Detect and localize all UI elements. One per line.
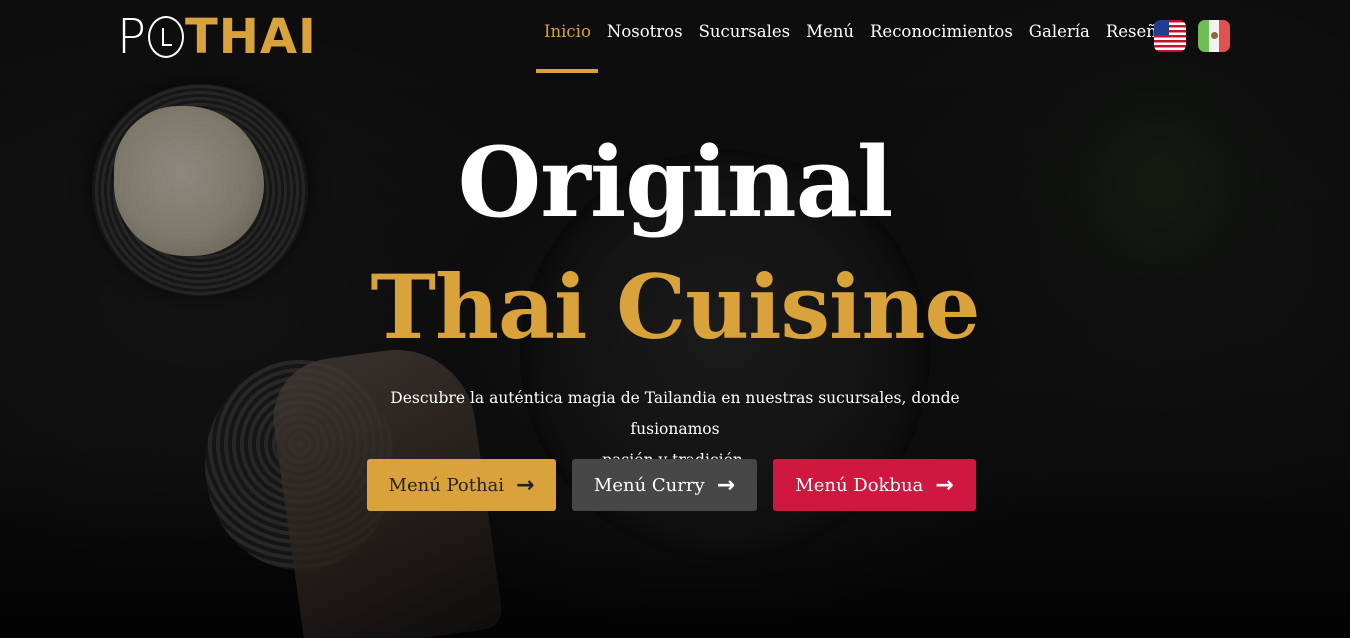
mexico-flag-icon[interactable]: [1198, 20, 1230, 52]
logo-text-p: P: [117, 9, 147, 65]
logo-text-thai: THAI: [184, 9, 317, 65]
nav-item-reconocimientos[interactable]: Reconocimientos: [870, 22, 1013, 41]
menu-dokbua-label: Menú Dokbua: [795, 474, 924, 496]
us-flag-icon[interactable]: [1154, 20, 1186, 52]
hero-title-thai-cuisine: Thai Cuisine: [370, 255, 981, 359]
nav-item-inicio[interactable]: Inicio: [544, 22, 591, 41]
arrow-right-icon: →: [516, 472, 535, 498]
hero-description-line1: Descubre la auténtica magia de Tailandia…: [390, 389, 960, 438]
menu-dokbua-button[interactable]: Menú Dokbua →: [773, 459, 976, 511]
arrow-right-icon: →: [716, 472, 736, 498]
menu-curry-button[interactable]: Menú Curry →: [572, 459, 757, 511]
menu-curry-label: Menú Curry: [593, 474, 705, 496]
nav-menu: Inicio Nosotros Sucursales Menú Reconoci…: [544, 22, 1175, 41]
nav-item-menu[interactable]: Menú: [806, 22, 854, 41]
top-navigation: P THAI Inicio Nosotros Sucursales Menú R…: [0, 0, 1350, 74]
active-nav-underline: [536, 69, 598, 73]
nav-item-sucursales[interactable]: Sucursales: [699, 22, 791, 41]
menu-pothai-label: Menú Pothai: [388, 474, 505, 496]
nav-item-nosotros[interactable]: Nosotros: [607, 22, 683, 41]
arrow-right-icon: →: [935, 472, 954, 498]
nav-item-galeria[interactable]: Galería: [1029, 22, 1090, 41]
logo-o-icon: [147, 16, 184, 58]
pothai-logo[interactable]: P THAI: [117, 12, 317, 62]
hero-title-original: Original: [457, 126, 894, 239]
menu-pothai-button[interactable]: Menú Pothai →: [367, 459, 556, 511]
